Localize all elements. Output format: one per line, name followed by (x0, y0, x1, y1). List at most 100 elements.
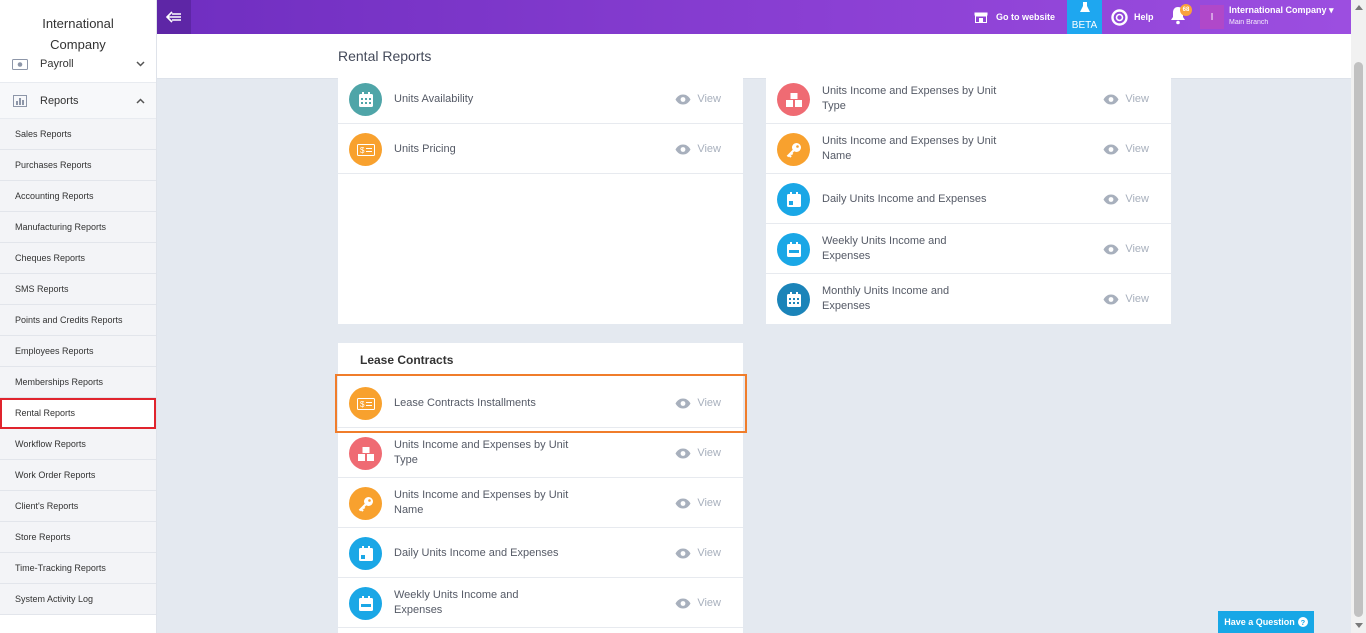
payroll-icon (12, 58, 28, 70)
view-link[interactable]: View (1103, 124, 1149, 174)
sidebar-item-label: Rental Reports (15, 408, 76, 418)
sidebar-item-work-order-reports[interactable]: Work Order Reports (0, 460, 156, 491)
view-label: View (1125, 243, 1149, 255)
view-link[interactable]: View (675, 578, 721, 628)
page-header: Rental Reports (157, 34, 1351, 79)
sidebar-item-accounting-reports[interactable]: Accounting Reports (0, 181, 156, 212)
view-label: View (697, 597, 721, 609)
lease-contracts-panel: Lease Contracts $ Lease Contracts Instal… (338, 343, 743, 633)
chevron-up-icon (136, 83, 145, 119)
nav-payroll[interactable]: Payroll (0, 46, 156, 83)
view-link[interactable]: View (675, 478, 721, 528)
help-link[interactable]: Help (1111, 0, 1154, 34)
sidebar-toggle-button[interactable] (157, 0, 191, 34)
eye-icon (1103, 194, 1119, 204)
report-row[interactable]: $ Lease Contracts Installments View (338, 378, 743, 428)
view-label: View (1125, 143, 1149, 155)
report-label: Daily Units Income and Expenses (822, 192, 987, 205)
nav-payroll-label: Payroll (40, 58, 74, 70)
sidebar-item-manufacturing-reports[interactable]: Manufacturing Reports (0, 212, 156, 243)
boxes-icon (777, 83, 810, 116)
sidebar-item-label: Work Order Reports (15, 470, 96, 480)
sidebar-item-sales-reports[interactable]: Sales Reports (0, 119, 156, 150)
report-row[interactable]: Units Availability View (338, 74, 743, 124)
have-a-question-button[interactable]: Have a Question ? (1218, 611, 1314, 633)
eye-icon (675, 448, 691, 458)
nav-reports[interactable]: Reports (0, 83, 156, 119)
sidebar-item-store-reports[interactable]: Store Reports (0, 522, 156, 553)
sidebar-item-cheques-reports[interactable]: Cheques Reports (0, 243, 156, 274)
report-row[interactable]: Daily Units Income and Expenses View (338, 528, 743, 578)
sidebar-item-employees-reports[interactable]: Employees Reports (0, 336, 156, 367)
svg-text:?: ? (1300, 618, 1305, 627)
view-label: View (1125, 93, 1149, 105)
view-link[interactable]: View (675, 124, 721, 174)
view-link[interactable]: View (675, 74, 721, 124)
view-link[interactable]: View (1103, 174, 1149, 224)
sidebar-item-points-credits-reports[interactable]: Points and Credits Reports (0, 305, 156, 336)
report-row[interactable]: Daily Units Income and Expenses View (766, 174, 1171, 224)
eye-icon (1103, 144, 1119, 154)
flask-icon (1079, 2, 1090, 12)
sidebar-item-label: Employees Reports (15, 346, 94, 356)
calendar-day-icon (349, 537, 382, 570)
view-link[interactable]: View (675, 428, 721, 478)
have-a-question-label: Have a Question (1224, 617, 1295, 627)
company-name-line1: International (42, 16, 114, 31)
company-switcher[interactable]: International Company ▾ Main Branch (1229, 5, 1334, 26)
eye-icon (1103, 294, 1119, 304)
view-link[interactable]: View (1103, 74, 1149, 124)
view-link[interactable]: View (1103, 274, 1149, 324)
report-row[interactable]: Weekly Units Income and Expenses View (338, 578, 743, 628)
sidebar-item-sms-reports[interactable]: SMS Reports (0, 274, 156, 305)
sidebar-item-clients-reports[interactable]: Client's Reports (0, 491, 156, 522)
sidebar: International Company Payroll Reports Sa… (0, 0, 157, 633)
report-row[interactable]: Weekly Units Income and Expenses View (766, 224, 1171, 274)
go-to-website-label: Go to website (996, 12, 1056, 22)
report-row[interactable]: Units Income and Expenses by Unit Name V… (338, 478, 743, 528)
scrollbar[interactable] (1351, 0, 1366, 633)
section-title: Lease Contracts (360, 353, 454, 367)
chevron-down-icon (136, 46, 145, 82)
view-link[interactable]: View (675, 528, 721, 578)
calendar-day-icon (777, 183, 810, 216)
sidebar-item-time-tracking-reports[interactable]: Time-Tracking Reports (0, 553, 156, 584)
view-label: View (697, 143, 721, 155)
report-row[interactable]: $ Units Pricing View (338, 124, 743, 174)
report-label: Units Income and Expenses by Unit Type (822, 85, 997, 112)
eye-icon (675, 144, 691, 154)
key-icon (777, 133, 810, 166)
sidebar-item-purchases-reports[interactable]: Purchases Reports (0, 150, 156, 181)
sidebar-item-label: Memberships Reports (15, 377, 104, 387)
beta-label: BETA (1071, 20, 1098, 31)
report-label: Units Pricing (394, 142, 456, 155)
caret-down-icon: ▾ (1329, 5, 1334, 15)
beta-button[interactable]: BETA (1067, 0, 1102, 34)
view-label: View (1125, 193, 1149, 205)
report-label: Units Income and Expenses by Unit Name (394, 489, 569, 516)
calendar-month-icon (777, 283, 810, 316)
view-link[interactable]: View (675, 378, 721, 428)
scrollbar-thumb[interactable] (1354, 62, 1363, 617)
view-label: View (1125, 293, 1149, 305)
sidebar-item-system-activity-log[interactable]: System Activity Log (0, 584, 156, 615)
avatar[interactable]: I (1200, 5, 1224, 29)
eye-icon (1103, 244, 1119, 254)
go-to-website-link[interactable]: Go to website (974, 0, 1055, 34)
rental-units-panel: Units Availability View $ Units Pricing … (338, 74, 743, 324)
sidebar-item-memberships-reports[interactable]: Memberships Reports (0, 367, 156, 398)
report-row[interactable]: Units Income and Expenses by Unit Type V… (766, 74, 1171, 124)
scroll-up-arrow-icon[interactable] (1355, 5, 1363, 10)
report-row[interactable]: Units Income and Expenses by Unit Type V… (338, 428, 743, 478)
collapse-arrow-icon (166, 11, 181, 23)
report-label: Daily Units Income and Expenses (394, 546, 559, 559)
sidebar-item-rental-reports[interactable]: Rental Reports (0, 398, 156, 429)
notifications-button[interactable]: 68 (1170, 4, 1192, 25)
report-row[interactable]: Units Income and Expenses by Unit Name V… (766, 124, 1171, 174)
sidebar-item-label: Points and Credits Reports (15, 315, 123, 325)
view-link[interactable]: View (1103, 224, 1149, 274)
report-row[interactable]: Monthly Units Income and Expenses View (766, 274, 1171, 324)
sidebar-item-workflow-reports[interactable]: Workflow Reports (0, 429, 156, 460)
scroll-down-arrow-icon[interactable] (1355, 623, 1363, 628)
svg-text:$: $ (360, 146, 365, 155)
